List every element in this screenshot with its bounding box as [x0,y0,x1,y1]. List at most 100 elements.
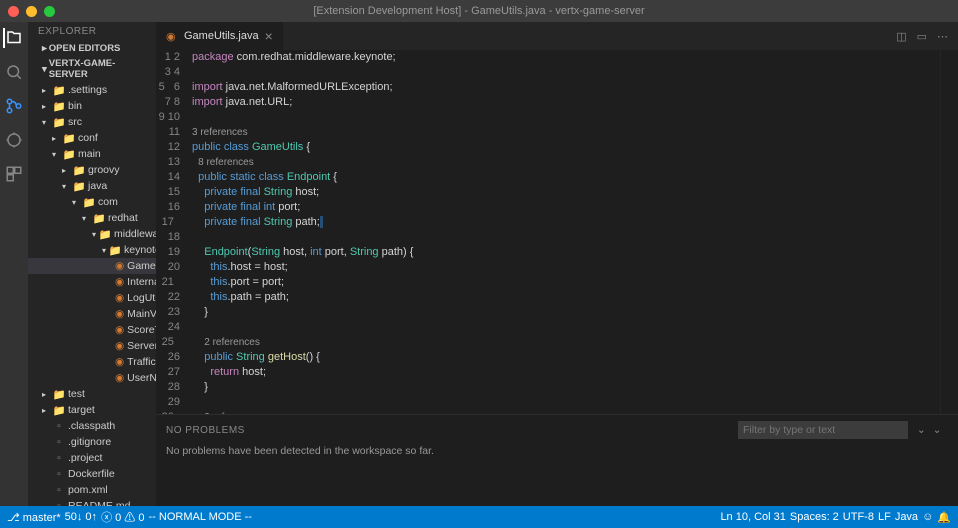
tree-item[interactable]: ▸📁groovy [28,162,156,178]
java-icon: ◉ [115,260,124,272]
tree-item-label: .project [68,452,102,464]
sidebar: EXPLORER ▸OPEN EDITORS ▾VERTX-GAME-SERVE… [28,22,156,506]
titlebar: [Extension Development Host] - GameUtils… [0,0,958,22]
tree-item[interactable]: ▸📁test [28,386,156,402]
tree-item-label: InternalServiceVert... [127,276,156,288]
tree-item-label: redhat [108,212,138,224]
file-icon: ▫ [53,468,65,480]
tree-item-label: TrafficServerVerti... [127,356,156,368]
folder-icon: 📁 [73,180,85,192]
layout-icon[interactable]: ▭ [917,30,927,43]
tree-item[interactable]: ▫Dockerfile [28,466,156,482]
eol-status[interactable]: LF [878,511,891,523]
tree-item[interactable]: ▫.project [28,450,156,466]
tree-item[interactable]: ▾📁com [28,194,156,210]
tree-item[interactable]: ◉InternalServiceVert... [28,274,156,290]
source-control-icon[interactable] [4,96,24,116]
tree-item-label: UserNameGenerat... [127,372,156,384]
tree-item[interactable]: ◉TrafficServerVerti... [28,354,156,370]
open-editors-section[interactable]: ▸OPEN EDITORS [28,41,156,56]
tree-item[interactable]: ▾📁main [28,146,156,162]
folder-icon: 📁 [53,388,65,400]
tree-item[interactable]: ◉LogUtils.java [28,290,156,306]
java-icon: ◉ [115,372,124,384]
tree-item-label: test [68,388,85,400]
errors-status[interactable]: ⓧ 0 ⚠ 0 [101,509,144,525]
file-icon: ▫ [53,420,65,432]
collapse-panel-icon[interactable]: ⌄ [917,424,926,436]
problems-body: No problems have been detected in the wo… [156,443,958,459]
tree-item[interactable]: ▫.gitignore [28,434,156,450]
java-icon: ◉ [115,276,124,288]
folder-icon: 📁 [53,116,65,128]
tree-item[interactable]: ▾📁redhat [28,210,156,226]
tab-gameutils[interactable]: ◉ GameUtils.java × [156,22,283,50]
folder-icon: 📁 [109,244,121,256]
tree-item[interactable]: ▫pom.xml [28,482,156,498]
debug-icon[interactable] [4,130,24,150]
tree-item[interactable]: ◉ScoreTimerVerticl... [28,322,156,338]
folder-icon: 📁 [53,404,65,416]
indentation-status[interactable]: Spaces: 2 [790,511,839,523]
tree-item-label: .gitignore [68,436,111,448]
tree-item[interactable]: ▾📁middleware [28,226,156,242]
folder-icon: 📁 [63,132,75,144]
git-branch-status[interactable]: ⎇ master* [7,511,61,524]
java-icon: ◉ [115,292,124,304]
tree-item[interactable]: ◉MainVerticle.java [28,306,156,322]
tree-item-label: main [78,148,101,160]
tree-item[interactable]: ▾📁java [28,178,156,194]
folder-icon: 📁 [93,212,105,224]
extensions-icon[interactable] [4,164,24,184]
panel-chevron-icon[interactable]: ⌄ [933,424,942,436]
tree-item[interactable]: ◉ServerVerticle.java [28,338,156,354]
java-icon: ◉ [115,340,124,352]
tree-item[interactable]: ◉UserNameGenerat... [28,370,156,386]
activity-bar [0,22,28,506]
file-icon: ▫ [53,452,65,464]
tab-bar: ◉ GameUtils.java × ◫ ▭ ⋯ [156,22,958,50]
tree-item[interactable]: ◉GameUtils.java [28,258,156,274]
file-icon: ▫ [53,484,65,496]
git-sync-status[interactable]: 50↓ 0↑ [65,511,97,523]
tree-item[interactable]: ▫README.md [28,498,156,506]
tree-item[interactable]: ▸📁target [28,402,156,418]
tree-item-label: target [68,404,95,416]
close-window-button[interactable] [8,6,19,17]
more-actions-icon[interactable]: ⋯ [937,30,948,43]
problems-filter-input[interactable] [738,421,908,439]
file-icon: ▫ [53,436,65,448]
problems-panel: NO PROBLEMS ⌄ ⌄ No problems have been de… [156,414,958,506]
search-icon[interactable] [4,62,24,82]
code-editor[interactable]: 1 2 3 4 5 6 7 8 9 10 11 12 13 14 15 16 1… [156,50,958,414]
minimize-window-button[interactable] [26,6,37,17]
tree-item[interactable]: ▾📁keynote [28,242,156,258]
tree-item[interactable]: ▫.classpath [28,418,156,434]
tree-item[interactable]: ▸📁.settings [28,82,156,98]
tree-item[interactable]: ▸📁bin [28,98,156,114]
tree-item-label: .settings [68,84,107,96]
tree-item[interactable]: ▾📁src [28,114,156,130]
split-editor-icon[interactable]: ◫ [896,30,906,43]
file-tree: ▸📁.settings▸📁bin▾📁src▸📁conf▾📁main▸📁groov… [28,82,156,506]
maximize-window-button[interactable] [44,6,55,17]
editor-area: ◉ GameUtils.java × ◫ ▭ ⋯ 1 2 3 4 5 6 7 8… [156,22,958,506]
tree-item[interactable]: ▸📁conf [28,130,156,146]
vim-mode-status: -- NORMAL MODE -- [149,511,252,523]
java-icon: ◉ [115,356,124,368]
close-tab-button[interactable]: × [265,28,273,44]
project-section[interactable]: ▾VERTX-GAME-SERVER [28,56,156,82]
folder-icon: 📁 [73,164,85,176]
minimap[interactable] [940,50,958,414]
tree-item-label: com [98,196,118,208]
cursor-position-status[interactable]: Ln 10, Col 31 [720,511,785,523]
feedback-icon[interactable]: ☺ [922,511,933,523]
tree-item-label: Dockerfile [68,468,115,480]
tree-item-label: .classpath [68,420,115,432]
language-status[interactable]: Java [895,511,918,523]
encoding-status[interactable]: UTF-8 [843,511,874,523]
explorer-icon[interactable] [3,28,23,48]
tree-item-label: LogUtils.java [127,292,156,304]
notifications-icon[interactable]: 🔔 [937,511,951,524]
tree-item-label: pom.xml [68,484,108,496]
